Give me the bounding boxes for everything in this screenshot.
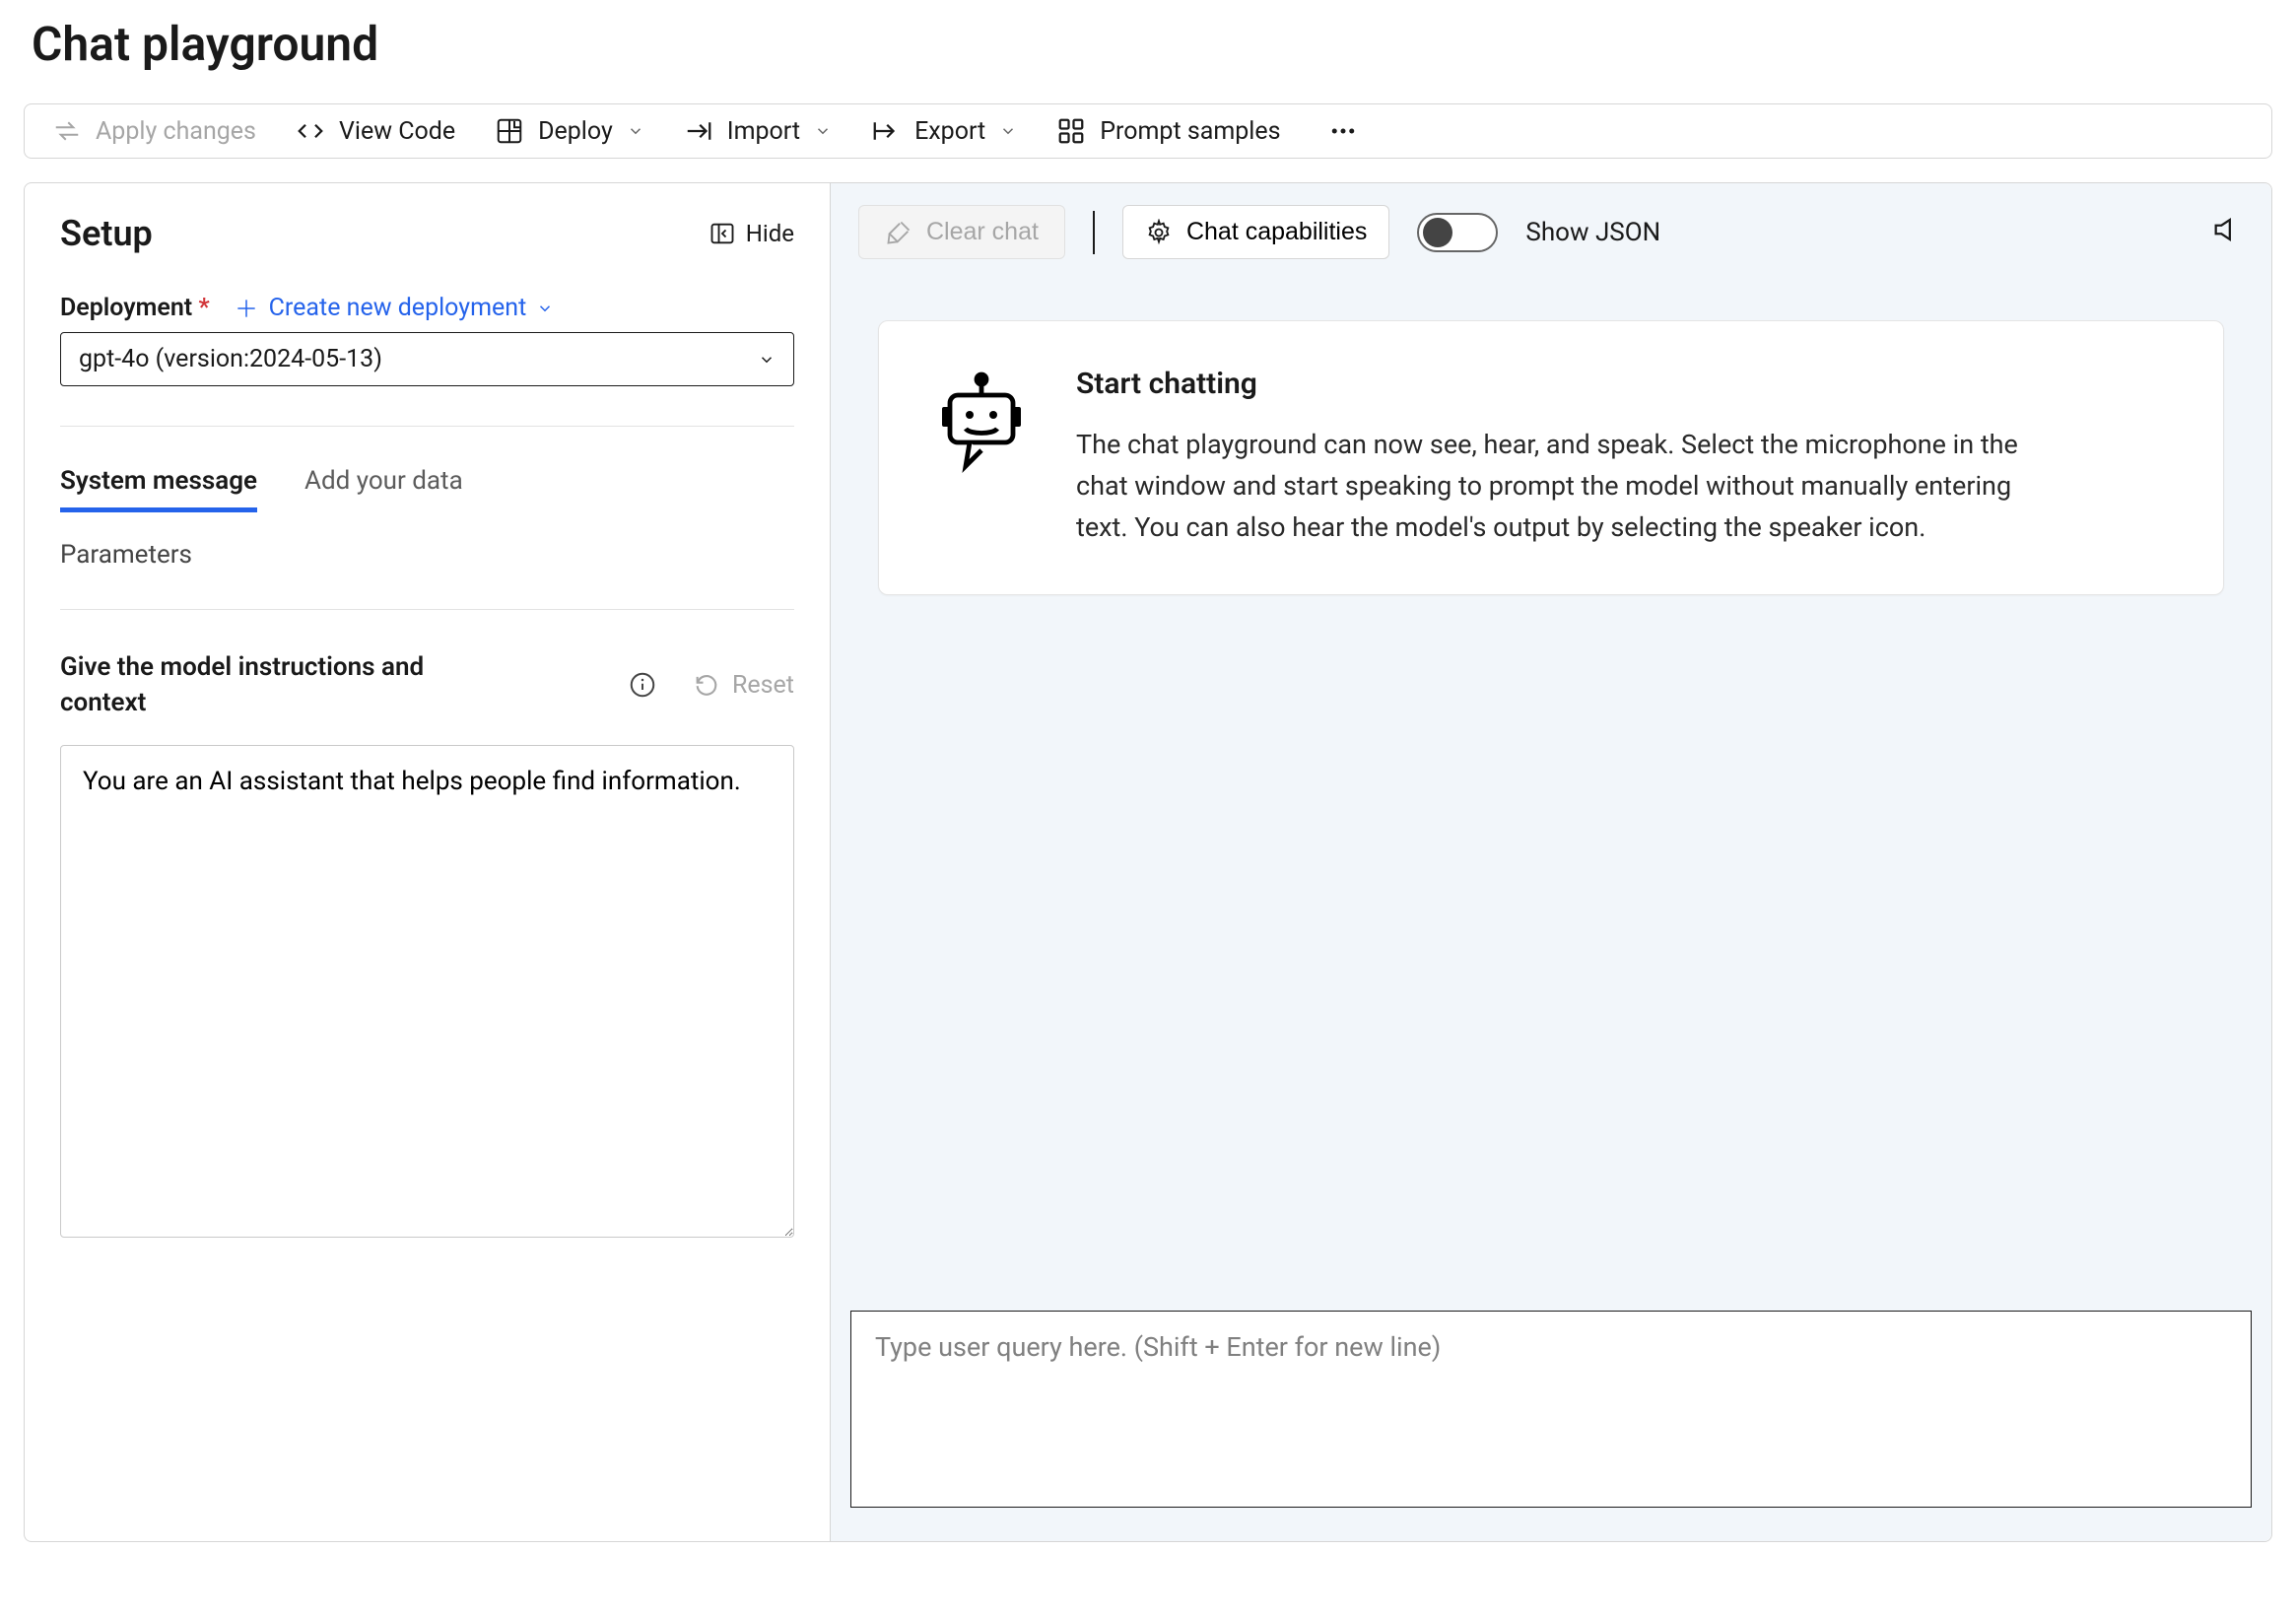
prompt-samples-label: Prompt samples [1100,117,1280,146]
undo-icon [693,671,720,699]
chevron-down-icon [758,351,776,369]
reset-label: Reset [732,671,794,700]
chevron-down-icon [627,122,644,140]
deployment-label: Deployment [60,294,192,322]
chevron-down-icon [536,300,554,317]
parameters-link[interactable]: Parameters [60,540,794,570]
create-deployment-label: Create new deployment [269,294,527,322]
chat-input-row [831,1311,2271,1541]
more-actions-button[interactable] [1328,116,1358,146]
deploy-dropdown[interactable]: Deploy [495,116,644,146]
speaker-button[interactable] [2210,213,2244,252]
deploy-icon [495,116,524,146]
gear-icon [1145,219,1173,246]
import-icon [684,116,713,146]
page-title: Chat playground [24,16,2272,72]
chat-panel: Clear chat Chat capabilities Show JSON [831,183,2271,1541]
setup-tabs: System message Add your data [60,466,794,512]
apply-changes-label: Apply changes [96,117,256,146]
chevron-down-icon [999,122,1017,140]
start-chatting-body: The chat playground can now see, hear, a… [1076,425,2061,549]
tab-system-message[interactable]: System message [60,466,257,512]
tab-add-your-data[interactable]: Add your data [304,466,463,512]
deploy-label: Deploy [538,117,613,146]
export-icon [871,116,901,146]
clear-chat-label: Clear chat [926,218,1039,246]
divider [60,609,794,610]
hide-label: Hide [746,220,794,247]
collapse-icon [709,220,736,247]
speaker-icon [2210,213,2244,246]
import-label: Import [727,117,800,146]
toggle-knob [1423,218,1452,247]
info-icon[interactable] [628,670,657,700]
export-label: Export [914,117,985,146]
create-deployment-link[interactable]: Create new deployment [234,294,555,322]
broom-icon [885,219,912,246]
apply-changes-button: Apply changes [52,116,256,146]
chat-capabilities-label: Chat capabilities [1186,218,1367,246]
hide-panel-button[interactable]: Hide [709,220,794,247]
show-json-label: Show JSON [1525,218,1660,247]
code-icon [296,116,325,146]
instructions-label: Give the model instructions and context [60,649,474,721]
export-dropdown[interactable]: Export [871,116,1017,146]
view-code-button[interactable]: View Code [296,116,455,146]
chat-capabilities-button[interactable]: Chat capabilities [1122,205,1389,259]
required-indicator: * [198,294,209,322]
deployment-select[interactable]: gpt-4o (version:2024-05-13) [60,332,794,386]
divider [60,426,794,427]
reset-button: Reset [693,671,794,700]
grid-icon [1056,116,1086,146]
clear-chat-button: Clear chat [858,205,1065,259]
deployment-value: gpt-4o (version:2024-05-13) [79,345,382,373]
view-code-label: View Code [339,117,455,146]
import-dropdown[interactable]: Import [684,116,832,146]
separator [1093,211,1095,254]
start-chatting-card: Start chatting The chat playground can n… [878,320,2224,595]
plus-icon [234,296,259,321]
system-message-textarea[interactable] [60,745,794,1238]
workbench: Setup Hide Deployment * Create new deplo… [24,182,2272,1542]
prompt-samples-button[interactable]: Prompt samples [1056,116,1280,146]
setup-heading: Setup [60,213,153,254]
swap-icon [52,116,82,146]
setup-panel: Setup Hide Deployment * Create new deplo… [25,183,831,1541]
action-toolbar: Apply changes View Code Deploy Import Ex… [24,103,2272,159]
bot-icon [934,367,1029,549]
more-icon [1328,116,1358,146]
chat-input[interactable] [850,1311,2252,1508]
start-chatting-title: Start chatting [1076,367,2061,401]
chevron-down-icon [814,122,832,140]
chat-toolbar: Clear chat Chat capabilities Show JSON [831,183,2271,281]
show-json-toggle[interactable] [1417,213,1498,252]
